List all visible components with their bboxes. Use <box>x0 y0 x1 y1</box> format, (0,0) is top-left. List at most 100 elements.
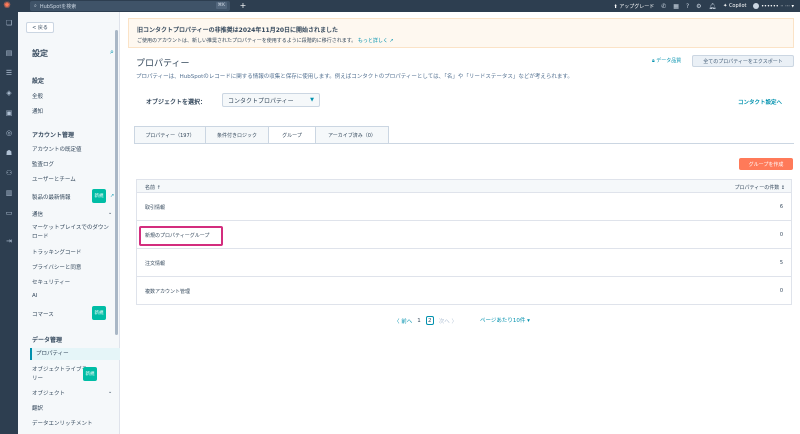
avatar <box>753 2 760 9</box>
group-property-count: 0 <box>779 288 783 294</box>
reporting-icon[interactable]: ▥ <box>4 188 14 198</box>
sidebar-item-ai[interactable]: AI <box>32 293 114 299</box>
settings-gear-icon[interactable]: ⚙ <box>696 3 701 10</box>
data-quality-button[interactable]: 🔒︎ データ品質 <box>652 57 681 64</box>
left-icon-rail: ❏ ▤ ☰ ◈ ▣ ◎ ☗ ⚇ ▥ ▭ ⇥ <box>0 12 18 434</box>
chevron-down-icon: ▾ <box>527 318 530 324</box>
next-page-button[interactable]: 次へ 〉 <box>439 317 457 325</box>
new-badge: 新規 <box>92 306 106 320</box>
chevron-down-icon[interactable]: ⌄ <box>108 389 112 395</box>
settings-sidebar: < 戻る 設定 ⌕ 設定 全般 通知 アカウント管理 アカウントの既定値 監査ロ… <box>18 12 120 434</box>
table-row[interactable]: 取引情報 6 <box>136 193 792 221</box>
upgrade-button[interactable]: ⬆ アップグレード <box>613 3 654 10</box>
bookmark-icon[interactable]: ❏ <box>4 18 14 28</box>
learn-more-link[interactable]: もっと詳しく ↗ <box>358 38 394 44</box>
settings-title: 設定 <box>32 49 48 58</box>
tab-properties[interactable]: プロパティー（197） <box>134 126 206 144</box>
chevron-right-icon: 〉 <box>449 318 458 325</box>
contact-settings-link[interactable]: コンタクト設定へ <box>738 98 782 106</box>
collapse-arrow-icon[interactable]: ⇥ <box>4 236 14 246</box>
commerce-label: コマース <box>32 312 54 318</box>
chevron-down-icon: ▼ <box>310 97 314 103</box>
group-name[interactable]: 取引情報 <box>145 204 165 211</box>
tab-groups[interactable]: グループ <box>268 126 316 144</box>
sidebar-item-general[interactable]: 全般 <box>32 92 114 100</box>
table-row[interactable]: 注文情報 5 <box>136 249 792 277</box>
group-property-count: 5 <box>779 260 783 266</box>
top-nav-bar: ✺ ⌕ HubSpotを検索 ⌘K + ⬆ アップグレード ✆ ▦ ? ⚙ 🔔︎… <box>0 0 800 12</box>
back-button[interactable]: < 戻る <box>26 22 54 33</box>
library-icon[interactable]: ▭ <box>4 208 14 218</box>
marketplace-icon[interactable]: ▦ <box>673 3 679 10</box>
create-group-button[interactable]: グループを作成 <box>739 158 793 170</box>
sidebar-item-marketplace-downloads[interactable]: マーケットプレイスでのダウンロード <box>32 224 114 242</box>
copilot-button[interactable]: ✦ Copilot <box>723 3 746 9</box>
contacts-icon[interactable]: ☰ <box>4 68 14 78</box>
help-icon[interactable]: ? <box>686 3 689 10</box>
sidebar-item-data-enrichment[interactable]: データエンリッチメント <box>32 419 114 427</box>
external-link-icon: ↗ <box>389 38 394 44</box>
create-plus-button[interactable]: + <box>238 1 248 11</box>
sidebar-item-properties[interactable]: プロパティー <box>30 348 120 360</box>
group-name[interactable]: 複数アカウント管理 <box>145 288 190 295</box>
dashboard-icon[interactable]: ▤ <box>4 48 14 58</box>
sidebar-item-users-teams[interactable]: ユーザーとチーム <box>32 175 114 183</box>
search-placeholder: HubSpotを検索 <box>39 3 77 10</box>
property-tabs: プロパティー（197） 条件付きロジック グループ アーカイブ済み（0） <box>134 126 389 144</box>
page-title: プロパティー <box>136 59 190 69</box>
page-description: プロパティーは、HubSpotのレコードに関する情報の収集と保存に使用します。例… <box>136 74 573 80</box>
external-link-icon: ↗ <box>110 193 115 199</box>
product-updates-label: 製品の最新情報 <box>32 195 71 201</box>
column-header-property-count[interactable]: プロパティーの件数 ↕ <box>735 184 785 191</box>
sidebar-item-audit-log[interactable]: 監査ログ <box>32 160 114 168</box>
banner-title: 旧コンタクトプロパティーの非推奨は2024年11月20日に開始されました <box>137 27 339 34</box>
export-all-properties-button[interactable]: 全てのプロパティーをエクスポート <box>692 55 794 67</box>
group-name[interactable]: 注文情報 <box>145 260 165 267</box>
section-data-management: データ管理 <box>32 337 63 344</box>
tab-archived[interactable]: アーカイブ済み（0） <box>315 126 389 144</box>
tabs-divider <box>134 143 794 144</box>
notifications-bell-icon[interactable]: 🔔︎ <box>709 3 717 10</box>
settings-search-icon[interactable]: ⌕ <box>110 48 114 57</box>
sidebar-item-objects[interactable]: オブジェクト <box>32 389 114 397</box>
sidebar-item-account-defaults[interactable]: アカウントの既定値 <box>32 145 114 153</box>
table-row[interactable]: 複数アカウント管理 0 <box>136 277 792 305</box>
content-icon[interactable]: ▣ <box>4 108 14 118</box>
sidebar-scrollbar[interactable] <box>115 30 118 335</box>
sidebar-item-notifications[interactable]: 通知 <box>32 107 114 115</box>
search-shortcut: ⌘K <box>215 2 227 9</box>
hubspot-logo-icon[interactable]: ✺ <box>0 0 14 12</box>
banner-message: ご使用のアカウントは、新しい推奨されたプロパティーを使用するように段階的に移行さ… <box>137 38 394 44</box>
phone-icon[interactable]: ✆ <box>661 3 666 10</box>
table-row[interactable]: 新規のプロパティーグループ 0 <box>136 221 792 249</box>
page-2-button[interactable]: 2 <box>425 316 434 325</box>
sidebar-item-communications[interactable]: 通信 <box>32 210 114 218</box>
sidebar-item-product-updates[interactable]: 製品の最新情報 新規 <box>32 189 114 203</box>
column-header-name[interactable]: 名前 ↑ <box>145 184 161 191</box>
global-search-input[interactable]: ⌕ HubSpotを検索 ⌘K <box>30 1 230 11</box>
sidebar-item-tracking-code[interactable]: トラッキングコード <box>32 248 114 256</box>
group-property-count: 0 <box>779 232 783 238</box>
per-page-select[interactable]: ページあたり10件 ▾ <box>480 316 530 324</box>
automation-icon[interactable]: ⚇ <box>4 168 14 178</box>
chevron-down-icon: ▾ <box>791 3 794 10</box>
sidebar-item-privacy-consent[interactable]: プライバシーと同意 <box>32 263 114 271</box>
prev-page-button[interactable]: 〈 前へ <box>394 317 412 325</box>
object-select-label: オブジェクトを選択： <box>146 99 207 106</box>
sidebar-item-security[interactable]: セキュリティー <box>32 278 114 286</box>
marketing-icon[interactable]: ◈ <box>4 88 14 98</box>
sidebar-item-commerce[interactable]: コマース 新規 <box>32 306 114 320</box>
object-select-value: コンタクトプロパティー <box>228 97 294 105</box>
page-1-button[interactable]: 1 <box>417 318 421 324</box>
account-menu[interactable]: •••••• ·· ··· ▾ <box>753 2 794 10</box>
chevron-down-icon[interactable]: ⌄ <box>108 210 112 216</box>
search-icon: ⌕ <box>34 3 37 9</box>
sidebar-item-translation[interactable]: 翻訳 <box>32 404 114 412</box>
object-select-dropdown[interactable]: コンタクトプロパティー ▼ <box>222 93 320 107</box>
tab-conditional-logic[interactable]: 条件付きロジック <box>205 126 269 144</box>
section-settings: 設定 <box>32 78 45 85</box>
sales-icon[interactable]: ◎ <box>4 128 14 138</box>
deprecation-banner: 旧コンタクトプロパティーの非推奨は2024年11月20日に開始されました ご使用… <box>128 18 794 48</box>
service-icon[interactable]: ☗ <box>4 148 14 158</box>
pagination: 〈 前へ 1 2 次へ 〉 <box>394 316 457 325</box>
